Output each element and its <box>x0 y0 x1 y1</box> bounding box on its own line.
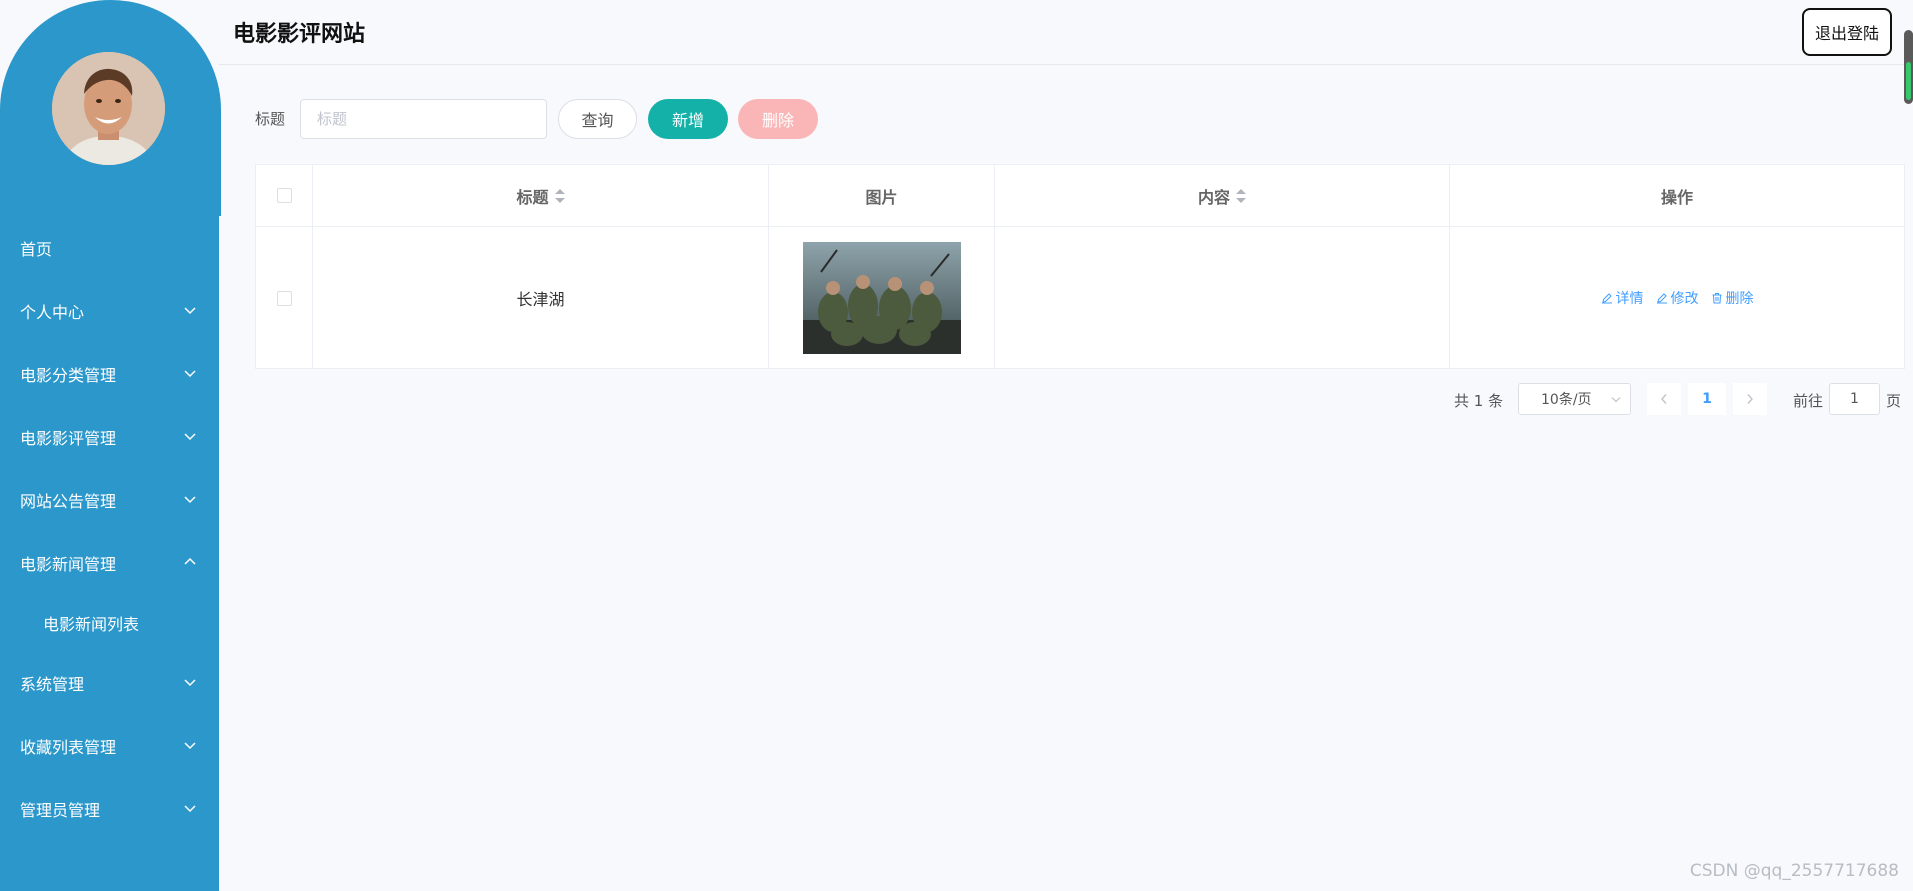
page-title: 电影影评网站 <box>233 22 366 47</box>
sidebar-item-label: 电影新闻管理 <box>20 554 117 574</box>
edit-icon <box>1656 293 1667 304</box>
sidebar-menu: 首页 个人中心 电影分类管理 电影影评管理 网站公告管理 电影新闻管理 电影新闻… <box>0 216 219 840</box>
delete-label: 删除 <box>1725 291 1754 307</box>
edit-button[interactable]: 修改 <box>1656 288 1699 308</box>
edit-icon <box>1601 293 1612 304</box>
column-header-content[interactable]: 内容 <box>995 165 1450 227</box>
column-header-label: 图片 <box>865 187 898 207</box>
detail-button[interactable]: 详情 <box>1601 288 1644 308</box>
column-header-actions: 操作 <box>1450 165 1904 227</box>
logout-button[interactable]: 退出登陆 <box>1802 8 1892 56</box>
select-all-checkbox[interactable] <box>276 188 292 203</box>
chevron-down-icon <box>184 432 196 440</box>
goto-label: 前往 <box>1793 392 1824 410</box>
chevron-down-icon <box>184 678 196 686</box>
goto-suffix-label: 页 <box>1886 392 1902 410</box>
sidebar-item-movie-category[interactable]: 电影分类管理 <box>0 342 219 405</box>
sidebar-item-label: 电影影评管理 <box>20 428 117 448</box>
page-size-label: 10条/页 <box>1541 392 1592 408</box>
sidebar-item-label: 收藏列表管理 <box>20 737 117 757</box>
column-header-label: 操作 <box>1660 187 1693 207</box>
cell-title: 长津湖 <box>313 227 769 369</box>
page-size-select[interactable]: 10条/页 <box>1518 383 1631 415</box>
chevron-down-icon <box>184 804 196 812</box>
watermark: CSDN @qq_2557717688 <box>1689 861 1899 881</box>
sidebar-item-personal-center[interactable]: 个人中心 <box>0 279 219 342</box>
sidebar-item-label: 系统管理 <box>20 674 85 694</box>
sort-icon[interactable] <box>554 188 565 203</box>
detail-label: 详情 <box>1615 291 1644 307</box>
cell-image <box>769 227 995 369</box>
chevron-right-icon <box>1747 394 1753 404</box>
add-button[interactable]: 新增 <box>648 99 728 139</box>
sidebar-subitem-movie-news-list[interactable]: 电影新闻列表 <box>0 594 219 651</box>
chevron-up-icon <box>184 557 196 565</box>
column-header-title[interactable]: 标题 <box>313 165 769 227</box>
prev-page-button[interactable] <box>1647 383 1681 415</box>
batch-delete-button[interactable]: 删除 <box>738 99 818 139</box>
column-header-label: 标题 <box>516 187 549 207</box>
data-table: 标题 图片 内容 操作 长津湖 详情 修改 删除 <box>255 164 1905 369</box>
scrollbar-thumb[interactable] <box>1906 62 1911 100</box>
sidebar-item-movie-news[interactable]: 电影新闻管理 <box>0 531 219 594</box>
chevron-left-icon <box>1661 394 1667 404</box>
chevron-down-icon <box>184 306 196 314</box>
cell-content <box>995 227 1450 369</box>
scrollbar[interactable] <box>1904 30 1913 104</box>
sidebar-item-label: 网站公告管理 <box>20 491 117 511</box>
sidebar-item-label: 管理员管理 <box>20 800 101 820</box>
cell-actions: 详情 修改 删除 <box>1450 227 1904 369</box>
sidebar: 首页 个人中心 电影分类管理 电影影评管理 网站公告管理 电影新闻管理 电影新闻… <box>0 0 221 891</box>
page-number-current[interactable]: 1 <box>1688 383 1726 415</box>
sort-icon[interactable] <box>1236 188 1246 203</box>
row-checkbox-cell <box>256 227 313 369</box>
query-button[interactable]: 查询 <box>558 99 637 139</box>
sidebar-item-label: 电影分类管理 <box>20 365 117 385</box>
sidebar-item-system[interactable]: 系统管理 <box>0 651 219 714</box>
column-header-label: 内容 <box>1197 187 1230 207</box>
edit-label: 修改 <box>1670 291 1699 307</box>
sidebar-item-home[interactable]: 首页 <box>0 216 219 279</box>
row-checkbox[interactable] <box>276 290 292 306</box>
movie-poster-image[interactable] <box>802 242 961 354</box>
sidebar-subitem-label: 电影新闻列表 <box>43 614 140 634</box>
sidebar-item-favorites[interactable]: 收藏列表管理 <box>0 714 219 777</box>
goto-page-input[interactable] <box>1829 383 1880 415</box>
search-label: 标题 <box>255 110 286 128</box>
trash-icon <box>1712 293 1721 304</box>
avatar-image <box>52 52 165 165</box>
chevron-down-icon <box>184 369 196 377</box>
chevron-down-icon <box>184 495 196 503</box>
search-input[interactable] <box>300 99 547 139</box>
header-checkbox-cell <box>256 165 313 227</box>
column-header-image: 图片 <box>769 165 995 227</box>
pagination-total: 共 1 条 <box>1454 392 1504 410</box>
sidebar-item-admin[interactable]: 管理员管理 <box>0 777 219 840</box>
header: 电影影评网站 退出登陆 <box>219 0 1913 65</box>
next-page-button[interactable] <box>1733 383 1767 415</box>
sidebar-item-announcements[interactable]: 网站公告管理 <box>0 468 219 531</box>
chevron-down-icon <box>1611 397 1621 403</box>
sidebar-item-label: 个人中心 <box>20 302 85 322</box>
sidebar-item-label: 首页 <box>20 239 53 259</box>
chevron-down-icon <box>184 741 196 749</box>
delete-button[interactable]: 删除 <box>1711 288 1754 308</box>
avatar[interactable] <box>52 52 165 165</box>
sidebar-item-movie-review[interactable]: 电影影评管理 <box>0 405 219 468</box>
